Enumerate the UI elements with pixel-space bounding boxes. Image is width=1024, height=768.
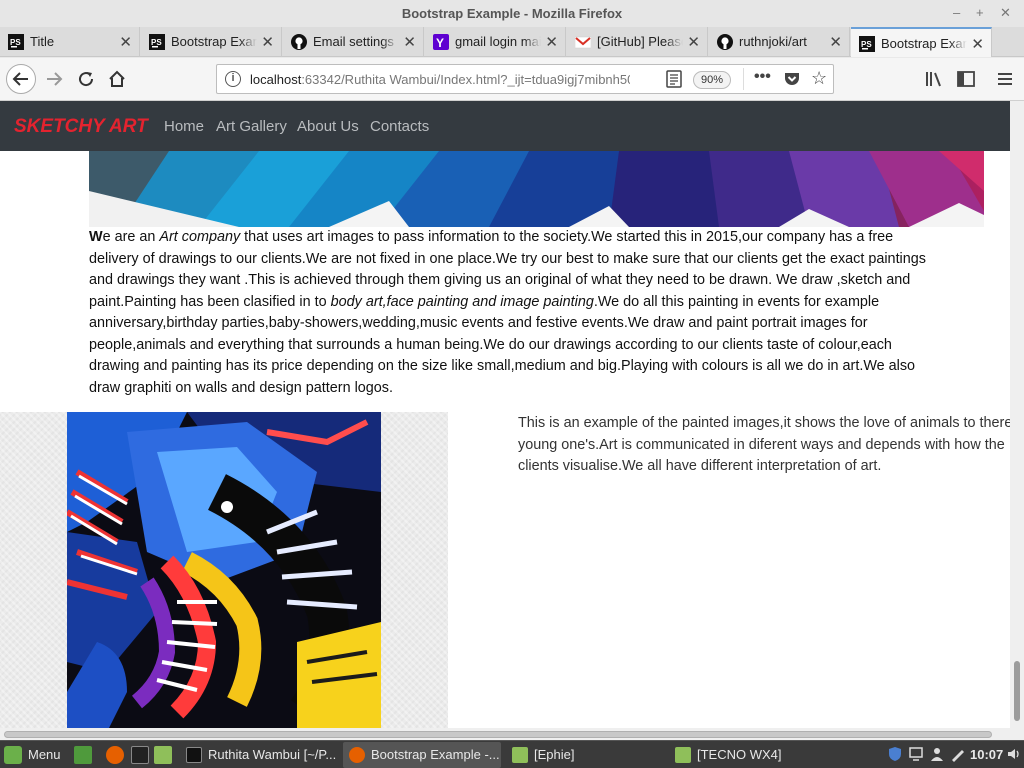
nav-about-us[interactable]: About Us bbox=[297, 118, 359, 135]
vertical-scrollbar[interactable] bbox=[1010, 101, 1024, 728]
close-tab-icon[interactable]: ✕ bbox=[971, 35, 984, 53]
zoom-level-badge[interactable]: 90% bbox=[693, 71, 732, 89]
tab-bar: PS Title ✕ PS Bootstrap Example ✕ Email … bbox=[0, 27, 1024, 79]
close-tab-icon[interactable]: ✕ bbox=[403, 33, 416, 51]
reader-view-icon[interactable] bbox=[666, 70, 682, 88]
tab-label: Bootstrap Example bbox=[171, 34, 257, 49]
close-tab-icon[interactable]: ✕ bbox=[261, 33, 274, 51]
yahoo-icon: Y bbox=[433, 34, 449, 50]
tab-gmail-login[interactable]: Y gmail login mail ✕ bbox=[425, 27, 566, 57]
github-icon bbox=[717, 34, 733, 50]
task-folder-ephie[interactable]: [Ephie] bbox=[506, 742, 664, 768]
reload-button[interactable] bbox=[72, 65, 100, 93]
tab-github-please[interactable]: [GitHub] Please ✕ bbox=[567, 27, 708, 57]
clock: 10:07 bbox=[970, 747, 1004, 762]
tab-title[interactable]: PS Title ✕ bbox=[0, 27, 140, 57]
home-icon bbox=[109, 70, 125, 87]
pycharm-icon: PS bbox=[859, 36, 875, 52]
elephant-painting-image bbox=[67, 412, 381, 728]
task-firefox[interactable]: Bootstrap Example -... bbox=[343, 742, 501, 768]
mint-logo-icon bbox=[4, 746, 22, 764]
firefox-icon bbox=[349, 747, 365, 763]
svg-text:PS: PS bbox=[10, 38, 21, 47]
about-paragraph: We are an Art company that uses art imag… bbox=[89, 229, 926, 396]
tab-label: Bootstrap Example bbox=[881, 36, 967, 51]
user-icon[interactable] bbox=[929, 746, 945, 762]
tab-label: gmail login mail bbox=[455, 34, 541, 49]
page-actions-icon[interactable]: ••• bbox=[754, 68, 771, 86]
pycharm-icon: PS bbox=[8, 34, 24, 50]
urlbar-divider bbox=[743, 68, 744, 90]
back-button[interactable] bbox=[6, 64, 36, 94]
files-launcher-icon[interactable] bbox=[154, 746, 172, 764]
shield-icon[interactable] bbox=[887, 746, 903, 762]
pencils-hero-image bbox=[89, 151, 984, 227]
elephant-painting bbox=[67, 412, 381, 728]
page-viewport: SKETCHY ART Home Art Gallery About Us Co… bbox=[0, 101, 1010, 728]
close-tab-icon[interactable]: ✕ bbox=[119, 33, 132, 51]
minimize-button[interactable]: – bbox=[953, 5, 960, 20]
svg-text:Y: Y bbox=[436, 36, 444, 50]
back-arrow-icon bbox=[12, 72, 28, 86]
pocket-icon[interactable] bbox=[783, 70, 801, 88]
tab-label: ruthnjoki/art bbox=[739, 34, 807, 49]
nav-art-gallery[interactable]: Art Gallery bbox=[216, 118, 287, 135]
taskbar: Menu Ruthita Wambui [~/P... Bootstrap Ex… bbox=[0, 740, 1024, 768]
url-bar[interactable]: i localhost:63342/Ruthita Wambui/Index.h… bbox=[216, 64, 834, 94]
github-icon bbox=[291, 34, 307, 50]
network-icon[interactable] bbox=[908, 746, 924, 762]
site-navbar: SKETCHY ART Home Art Gallery About Us Co… bbox=[0, 101, 1010, 151]
pycharm-icon: PS bbox=[149, 34, 165, 50]
hamburger-menu-icon[interactable] bbox=[995, 69, 1015, 89]
close-tab-icon[interactable]: ✕ bbox=[829, 33, 842, 51]
horizontal-scroll-thumb[interactable] bbox=[4, 731, 992, 738]
forward-arrow-icon bbox=[47, 72, 63, 86]
horizontal-scrollbar[interactable] bbox=[0, 728, 1024, 740]
firefox-launcher-icon[interactable] bbox=[106, 746, 124, 764]
site-brand[interactable]: SKETCHY ART bbox=[14, 116, 148, 138]
close-tab-icon[interactable]: ✕ bbox=[687, 33, 700, 51]
bookmark-star-icon[interactable]: ☆ bbox=[811, 68, 827, 89]
tab-email-settings[interactable]: Email settings ✕ bbox=[283, 27, 424, 57]
home-button[interactable] bbox=[103, 65, 131, 93]
forward-button[interactable] bbox=[40, 65, 68, 93]
folder-icon bbox=[675, 747, 691, 763]
window-title: Bootstrap Example - Mozilla Firefox bbox=[401, 6, 623, 21]
nav-home[interactable]: Home bbox=[164, 118, 204, 135]
pen-icon[interactable] bbox=[950, 746, 966, 762]
nav-toolbar: i localhost:63342/Ruthita Wambui/Index.h… bbox=[0, 58, 1024, 101]
nav-contacts[interactable]: Contacts bbox=[370, 118, 429, 135]
pycharm-icon bbox=[186, 747, 202, 763]
folder-icon bbox=[512, 747, 528, 763]
task-pycharm[interactable]: Ruthita Wambui [~/P... bbox=[180, 742, 338, 768]
url-text[interactable]: localhost:63342/Ruthita Wambui/Index.htm… bbox=[250, 72, 630, 87]
volume-icon[interactable] bbox=[1006, 746, 1022, 762]
maximize-button[interactable]: + bbox=[976, 5, 984, 20]
reload-icon bbox=[79, 72, 94, 87]
tab-label: Title bbox=[30, 34, 55, 49]
tab-ruthnjoki-art[interactable]: ruthnjoki/art ✕ bbox=[709, 27, 850, 57]
tab-bootstrap-example-active[interactable]: PS Bootstrap Example ✕ bbox=[851, 27, 992, 57]
gmail-icon bbox=[575, 36, 591, 49]
library-icon[interactable] bbox=[924, 69, 944, 89]
sidebar-icon[interactable] bbox=[956, 69, 976, 89]
svg-text:PS: PS bbox=[861, 40, 872, 49]
close-tab-icon[interactable]: ✕ bbox=[545, 33, 558, 51]
tab-label: Email settings bbox=[313, 34, 394, 49]
vertical-scroll-thumb[interactable] bbox=[1014, 661, 1020, 721]
window-titlebar: Bootstrap Example - Mozilla Firefox – + … bbox=[0, 0, 1024, 27]
tab-bootstrap-example[interactable]: PS Bootstrap Example ✕ bbox=[141, 27, 282, 57]
painting-caption: This is an example of the painted images… bbox=[518, 415, 1010, 474]
pencils-illustration bbox=[89, 151, 984, 227]
close-window-button[interactable]: ✕ bbox=[1000, 5, 1011, 21]
svg-text:PS: PS bbox=[151, 38, 162, 47]
show-desktop-icon[interactable] bbox=[74, 746, 92, 764]
task-folder-tecno[interactable]: [TECNO WX4] bbox=[669, 742, 827, 768]
tab-label: [GitHub] Please bbox=[597, 34, 683, 49]
terminal-launcher-icon[interactable] bbox=[131, 746, 149, 764]
site-info-icon[interactable]: i bbox=[225, 71, 241, 87]
